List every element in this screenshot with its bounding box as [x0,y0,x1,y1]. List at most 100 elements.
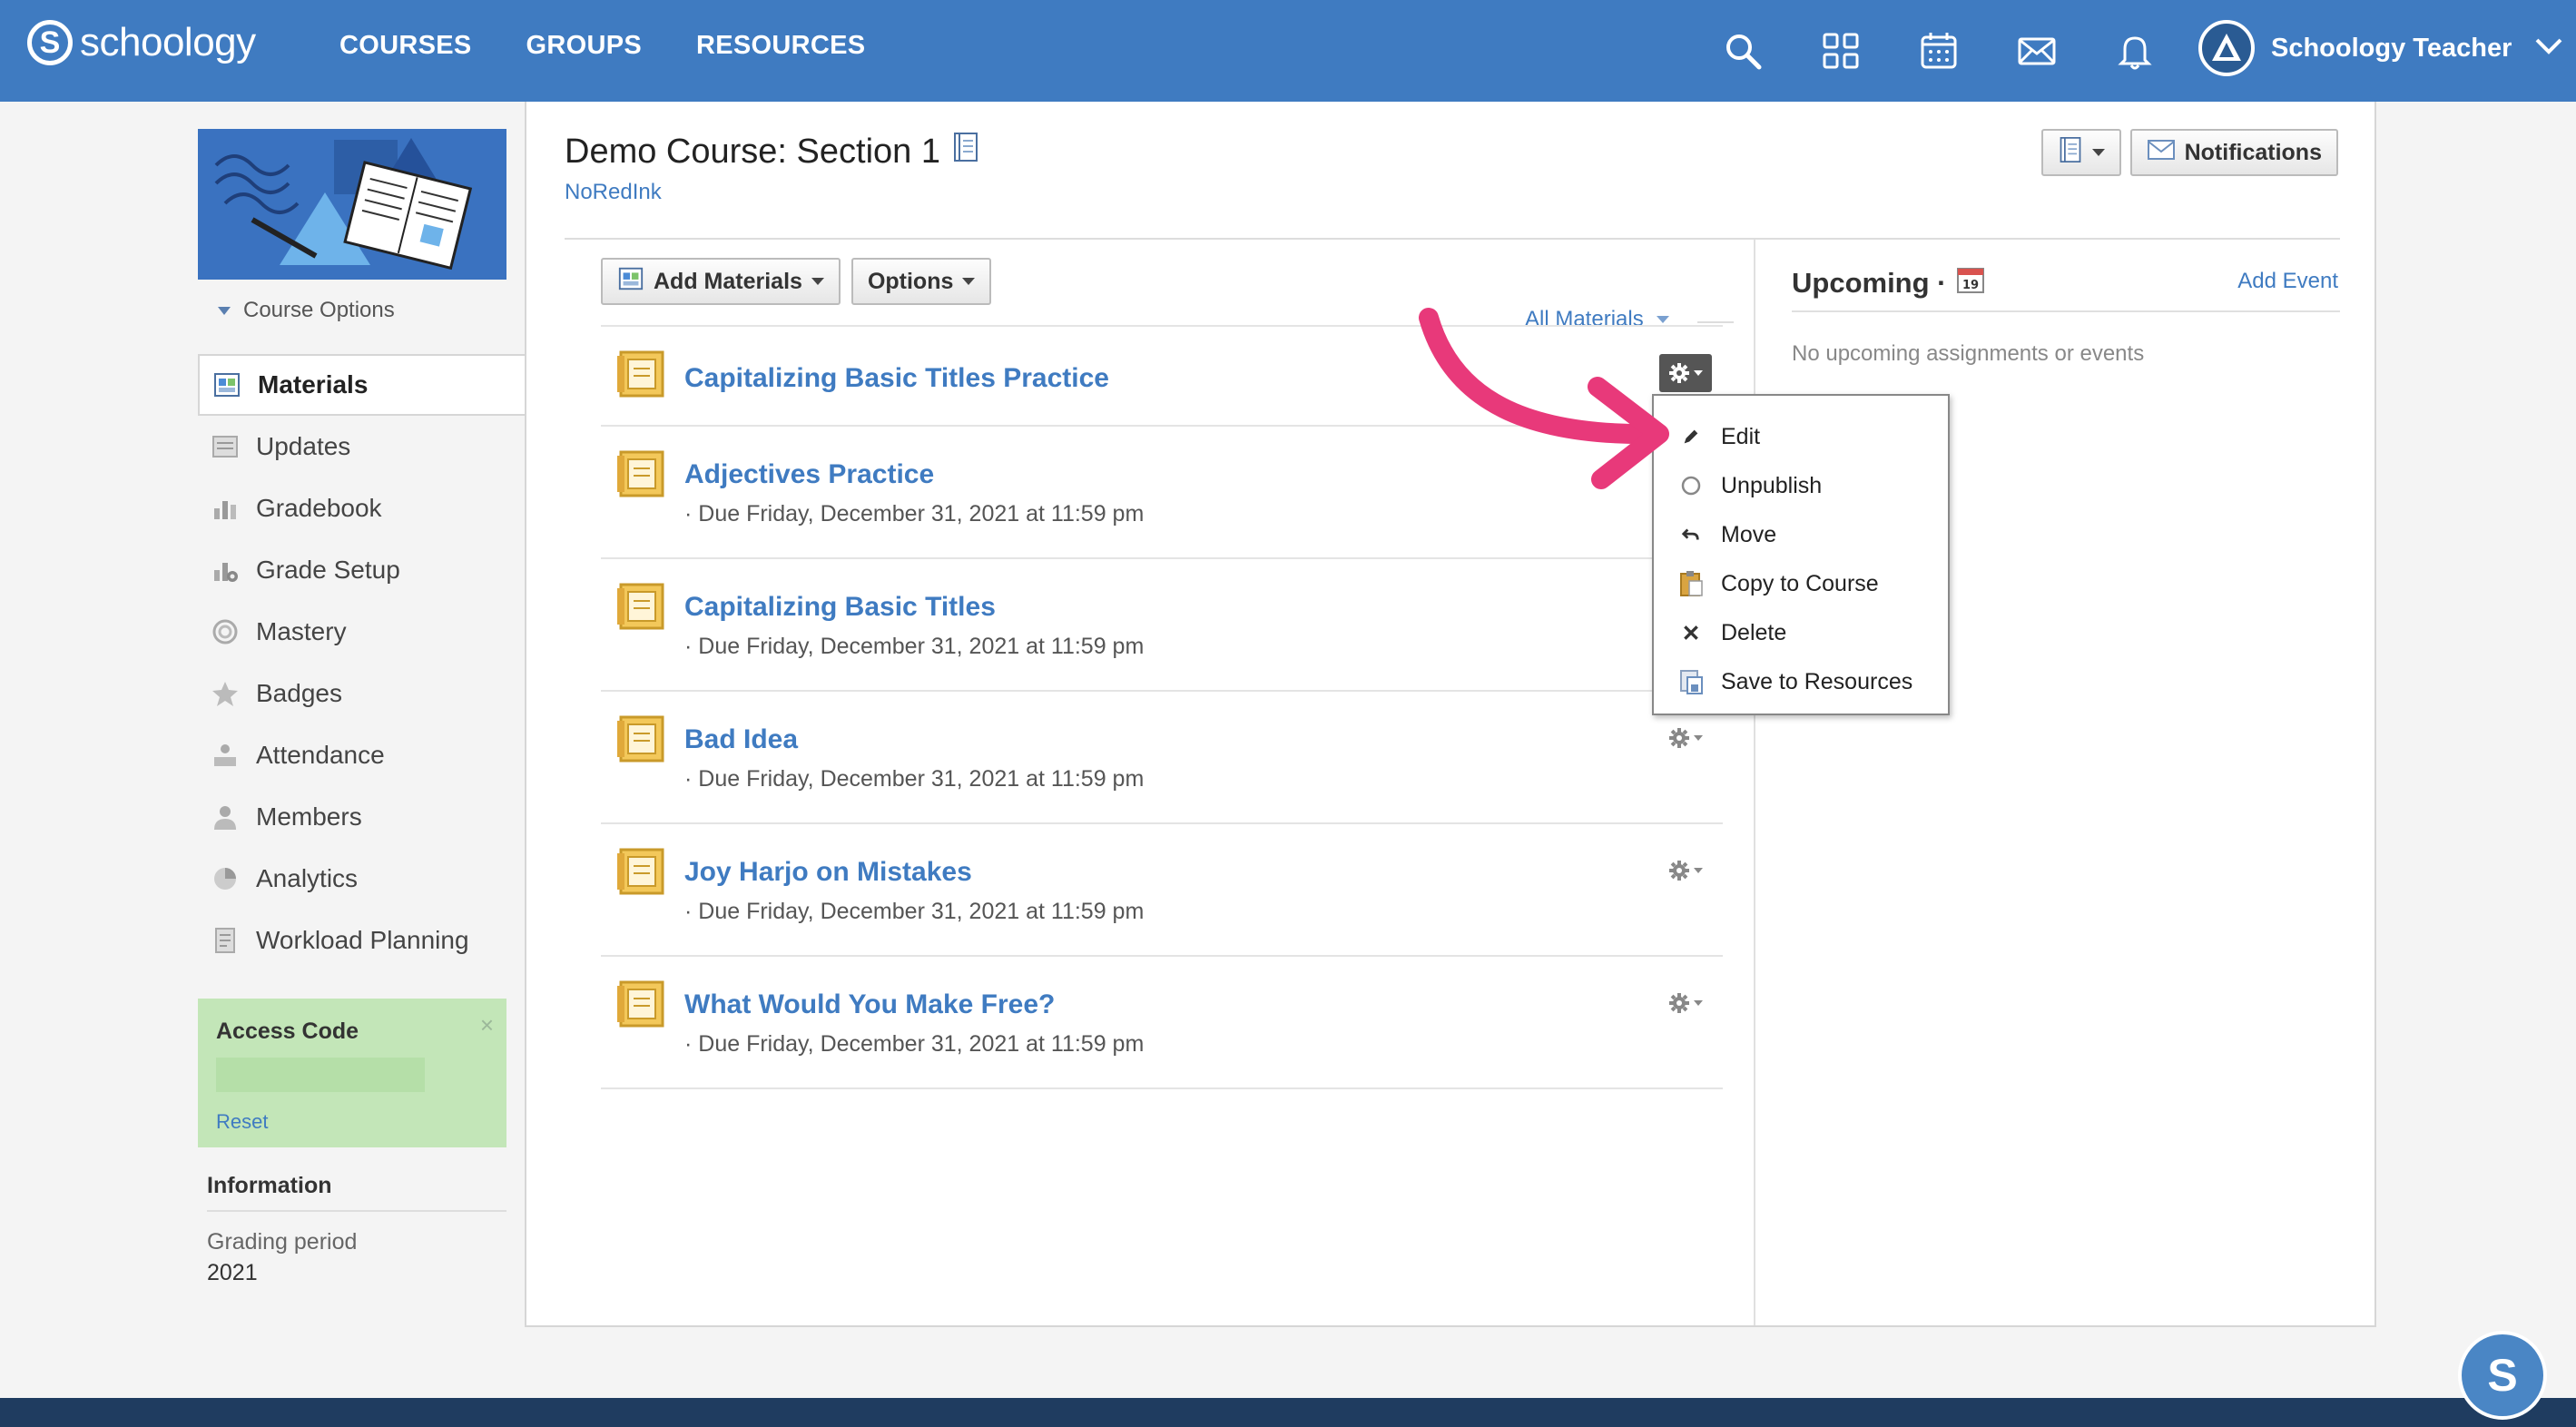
x-icon [1677,619,1705,646]
close-icon[interactable]: × [480,1011,494,1039]
notifications-button[interactable]: Notifications [2129,129,2338,176]
mail-icon[interactable] [2011,25,2062,76]
sidebar-item-materials[interactable]: Materials [198,354,526,416]
material-title-link[interactable]: Adjectives Practice [684,459,934,490]
members-icon [209,801,241,833]
material-title-link[interactable]: Bad Idea [684,724,798,755]
user-name: Schoology Teacher [2271,33,2512,63]
sidebar-item-attendance[interactable]: Attendance [198,724,526,786]
add-materials-button[interactable]: Add Materials [601,258,841,305]
filter-divider [1697,321,1734,323]
material-due-date: · Due Friday, December 31, 2021 at 11:59… [684,501,1145,527]
envelope-icon [2147,139,2176,167]
user-menu[interactable]: Schoology Teacher [2198,20,2562,76]
material-settings-button[interactable] [1659,986,1712,1020]
access-code-reset-link[interactable]: Reset [216,1110,488,1134]
top-navigation-bar: S schoology COURSES GROUPS RESOURCES Sch… [0,0,2576,102]
notifications-label: Notifications [2184,139,2322,165]
sidebar-item-analytics[interactable]: Analytics [198,848,526,910]
logo-text: schoology [80,20,256,64]
chevron-down-icon [2535,37,2562,60]
gear-icon [1669,728,1689,748]
schoology-logo[interactable]: S schoology [27,20,256,65]
header-divider [565,238,2340,240]
material-settings-button[interactable] [1659,721,1712,755]
sidebar-item-grade-setup[interactable]: Grade Setup [198,539,526,601]
material-settings-button[interactable] [1659,354,1712,392]
sidebar-item-label: Workload Planning [256,926,469,954]
calendar-day: 19 [1961,279,1978,292]
mastery-icon [209,615,241,648]
menu-item-save-to-resources[interactable]: Save to Resources [1654,657,1948,706]
circle-icon [1677,472,1705,499]
sidebar-item-workload-planning[interactable]: Workload Planning [198,910,526,971]
caret-down-icon [1694,735,1703,741]
calendar-icon[interactable]: 19 [1956,265,1985,301]
options-label: Options [867,268,954,294]
course-options-menu[interactable]: Course Options [218,298,395,323]
analytics-icon [209,862,241,895]
caret-down-icon [1656,316,1669,323]
material-title-link[interactable]: What Would You Make Free? [684,989,1055,1020]
materials-list: Capitalizing Basic Titles Practice Adjec… [601,325,1723,1089]
options-button[interactable]: Options [850,258,992,305]
assignment-icon [614,842,668,899]
material-title-link[interactable]: Capitalizing Basic Titles Practice [684,363,1109,394]
menu-item-label: Copy to Course [1721,570,1879,596]
assignment-icon [614,710,668,766]
grading-period-value: 2021 [207,1260,258,1285]
sidebar-item-badges[interactable]: Badges [198,663,526,724]
course-menu-button[interactable] [2040,129,2121,176]
materials-icon [211,369,243,401]
assignment-icon [614,445,668,501]
material-title-link[interactable]: Capitalizing Basic Titles [684,592,996,623]
header-actions: Notifications [2040,129,2338,176]
caret-down-icon [1694,1000,1703,1006]
sidebar-item-mastery[interactable]: Mastery [198,601,526,663]
material-settings-button[interactable] [1659,853,1712,888]
sidebar-item-label: Analytics [256,864,359,892]
menu-item-copy-to-course[interactable]: Copy to Course [1654,559,1948,608]
gear-icon [1669,363,1689,383]
avatar [2198,20,2255,76]
grade-setup-icon [209,554,241,586]
assignment-icon [614,577,668,634]
material-title-link[interactable]: Joy Harjo on Mistakes [684,857,972,888]
sidebar-item-members[interactable]: Members [198,786,526,848]
main-nav-links: COURSES GROUPS RESOURCES [339,31,865,61]
nav-link-groups[interactable]: GROUPS [526,31,643,61]
nav-icon-group [1717,25,2160,76]
caret-down-icon [811,278,824,285]
nav-link-courses[interactable]: COURSES [339,31,472,61]
gear-icon [1669,993,1689,1013]
course-sidebar-nav: Materials Updates Gradebook Grade Setup … [198,354,526,971]
sidebar-item-gradebook[interactable]: Gradebook [198,477,526,539]
updates-icon [209,430,241,463]
menu-item-delete[interactable]: Delete [1654,608,1948,657]
material-due-date: · Due Friday, December 31, 2021 at 11:59… [684,899,1145,924]
search-icon[interactable] [1717,25,1768,76]
sidebar-item-updates[interactable]: Updates [198,416,526,477]
course-section-link[interactable]: NoRedInk [565,180,662,205]
add-materials-label: Add Materials [654,268,802,294]
menu-item-move[interactable]: Move [1654,510,1948,559]
bell-icon[interactable] [2109,25,2160,76]
course-profile-image [198,129,506,280]
grading-period-label: Grading period [207,1229,358,1255]
sidebar-item-label: Badges [256,679,342,707]
apps-grid-icon[interactable] [1815,25,1866,76]
page-title: Demo Course: Section 1 [565,131,980,172]
sidebar-item-label: Members [256,802,362,831]
materials-toolbar: Add Materials Options [601,258,992,305]
material-row: Bad Idea · Due Friday, December 31, 2021… [601,692,1723,824]
course-notebook-icon[interactable] [951,131,980,172]
calendar-icon[interactable] [1913,25,1964,76]
add-event-link[interactable]: Add Event [2237,269,2338,294]
help-chat-button[interactable]: S [2458,1331,2547,1420]
menu-item-unpublish[interactable]: Unpublish [1654,461,1948,510]
material-due-date: · Due Friday, December 31, 2021 at 11:59… [684,766,1145,792]
nav-link-resources[interactable]: RESOURCES [696,31,865,61]
material-row: Capitalizing Basic Titles Practice [601,325,1723,427]
upcoming-heading: Upcoming · 19 [1792,265,1985,301]
menu-item-edit[interactable]: Edit [1654,412,1948,461]
